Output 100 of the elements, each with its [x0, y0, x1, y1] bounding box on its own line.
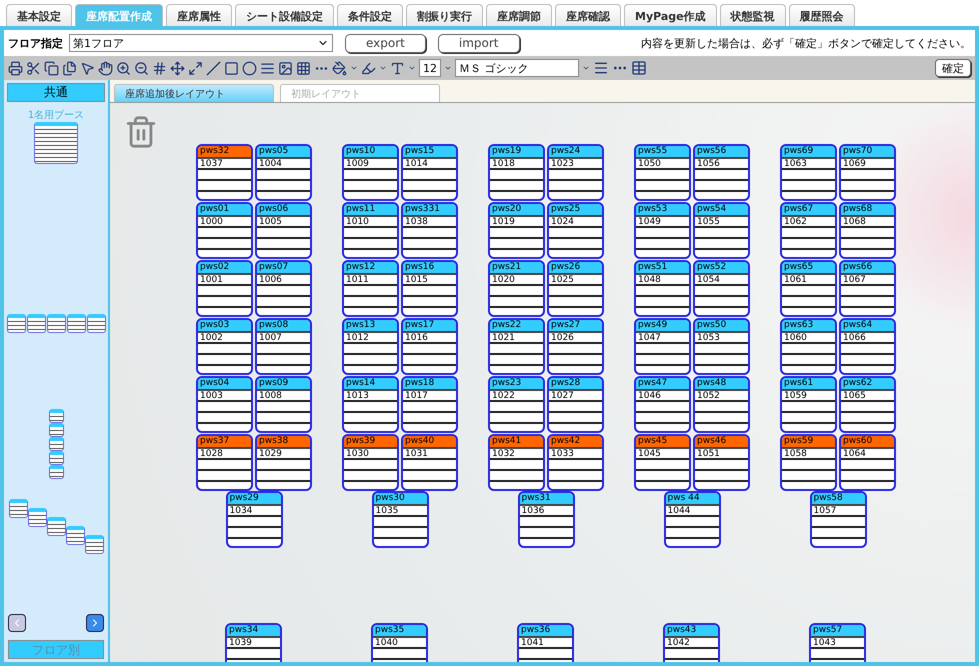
- desk[interactable]: pws65 1061: [780, 260, 837, 317]
- desk[interactable]: pws46 1051: [693, 434, 750, 491]
- desk[interactable]: pws19 1018: [488, 144, 545, 201]
- desk[interactable]: pws36 1041: [517, 623, 574, 662]
- desk[interactable]: pws23 1022: [488, 376, 545, 433]
- desk[interactable]: pws55 1050: [634, 144, 691, 201]
- desk[interactable]: pws01 1000: [196, 202, 253, 259]
- desk[interactable]: pws31 1036: [518, 491, 574, 548]
- action-button[interactable]: import: [438, 34, 520, 52]
- desk[interactable]: pws02 1001: [196, 260, 253, 317]
- desk[interactable]: pws57 1043: [809, 623, 866, 662]
- desk[interactable]: pws28 1027: [547, 376, 604, 433]
- desk[interactable]: pws54 1055: [693, 202, 750, 259]
- desk[interactable]: pws67 1062: [780, 202, 837, 259]
- desk[interactable]: pws17 1016: [401, 318, 458, 375]
- desk[interactable]: pws29 1034: [226, 491, 282, 548]
- grid-image-icon[interactable]: [296, 60, 311, 76]
- desk[interactable]: pws34 1039: [225, 623, 282, 662]
- desk[interactable]: pws45 1045: [634, 434, 691, 491]
- desk[interactable]: pws30 1035: [372, 491, 428, 548]
- previous-button[interactable]: [8, 614, 26, 632]
- desk[interactable]: pws32 1037: [196, 144, 253, 201]
- rectangle-icon[interactable]: [224, 60, 239, 76]
- action-button[interactable]: export: [345, 34, 426, 52]
- table-icon[interactable]: [631, 60, 647, 76]
- desk[interactable]: pws11 1010: [342, 202, 399, 259]
- tab[interactable]: 座席確認: [555, 4, 621, 27]
- desk[interactable]: pws12 1011: [342, 260, 399, 317]
- desk[interactable]: pws21 1020: [488, 260, 545, 317]
- desk[interactable]: pws16 1015: [401, 260, 458, 317]
- desk[interactable]: pws49 1047: [634, 318, 691, 375]
- desk[interactable]: pws59 1058: [780, 434, 837, 491]
- tab[interactable]: 割振り実行: [406, 4, 483, 27]
- desk[interactable]: pws08 1007: [255, 318, 312, 375]
- desk[interactable]: pws25 1024: [547, 202, 604, 259]
- desk[interactable]: pws60 1064: [839, 434, 896, 491]
- desk[interactable]: pws41 1032: [488, 434, 545, 491]
- desk[interactable]: pws66 1067: [839, 260, 896, 317]
- printer-icon[interactable]: [8, 60, 23, 76]
- desk[interactable]: pws04 1003: [196, 376, 253, 433]
- desk[interactable]: pws61 1059: [780, 376, 837, 433]
- desk[interactable]: pws13 1012: [342, 318, 399, 375]
- tab[interactable]: 履歴照会: [788, 4, 855, 27]
- ellipse-icon[interactable]: [242, 60, 257, 76]
- desk[interactable]: pws68 1068: [839, 202, 896, 259]
- numbering-icon[interactable]: [152, 60, 167, 76]
- desk[interactable]: pws331 1038: [401, 202, 458, 259]
- desk[interactable]: pws 44 1044: [664, 491, 720, 548]
- desk[interactable]: pws20 1019: [488, 202, 545, 259]
- desk[interactable]: pws42 1033: [547, 434, 604, 491]
- desk[interactable]: pws10 1009: [342, 144, 399, 201]
- desk[interactable]: pws52 1054: [693, 260, 750, 317]
- desk[interactable]: pws24 1023: [547, 144, 604, 201]
- desk[interactable]: pws07 1006: [255, 260, 312, 317]
- desk[interactable]: pws15 1014: [401, 144, 458, 201]
- files-icon[interactable]: [62, 60, 77, 76]
- desk[interactable]: pws37 1028: [196, 434, 253, 491]
- resize-icon[interactable]: [188, 60, 203, 76]
- desk-row-template-drawing[interactable]: [6, 314, 106, 333]
- desk[interactable]: pws62 1065: [839, 376, 896, 433]
- desk[interactable]: pws69 1063: [780, 144, 837, 201]
- next-button[interactable]: [86, 614, 104, 632]
- move-icon[interactable]: [170, 60, 185, 76]
- desk[interactable]: pws26 1025: [547, 260, 604, 317]
- tab[interactable]: MyPage作成: [624, 4, 717, 27]
- line-icon[interactable]: [206, 60, 221, 76]
- tab[interactable]: 座席調節: [486, 4, 552, 27]
- desk[interactable]: pws48 1052: [693, 376, 750, 433]
- desk[interactable]: pws58 1057: [810, 491, 866, 548]
- tab[interactable]: 状態監視: [720, 4, 786, 27]
- desk[interactable]: pws70 1069: [839, 144, 896, 201]
- line-weight-icon[interactable]: [593, 60, 609, 76]
- scissors-icon[interactable]: [26, 60, 41, 76]
- desk[interactable]: pws35 1040: [371, 623, 428, 662]
- zoom-in-icon[interactable]: [116, 60, 131, 76]
- floor-select[interactable]: 第1フロア: [69, 34, 333, 52]
- desk[interactable]: pws64 1066: [839, 318, 896, 375]
- tab[interactable]: 基本設定: [6, 4, 72, 27]
- desk[interactable]: pws14 1013: [342, 376, 399, 433]
- desk[interactable]: pws09 1008: [255, 376, 312, 433]
- desk[interactable]: pws38 1029: [255, 434, 312, 491]
- pen-icon[interactable]: [361, 60, 376, 76]
- desk[interactable]: pws47 1046: [634, 376, 691, 433]
- desk[interactable]: pws56 1056: [693, 144, 750, 201]
- desk[interactable]: pws03 1002: [196, 318, 253, 375]
- desk[interactable]: pws06 1005: [255, 202, 312, 259]
- desk-column-template-drawing[interactable]: [48, 409, 64, 479]
- tab[interactable]: 条件設定: [337, 4, 403, 27]
- desk[interactable]: pws50 1053: [693, 318, 750, 375]
- desk[interactable]: pws39 1030: [342, 434, 399, 491]
- lines-icon[interactable]: [260, 60, 275, 76]
- desk[interactable]: pws43 1042: [663, 623, 720, 662]
- desk[interactable]: pws05 1004: [255, 144, 312, 201]
- desk[interactable]: pws63 1060: [780, 318, 837, 375]
- tab[interactable]: 座席属性: [166, 4, 232, 27]
- desk[interactable]: pws22 1021: [488, 318, 545, 375]
- text-style-icon[interactable]: [390, 60, 405, 76]
- desk[interactable]: pws51 1048: [634, 260, 691, 317]
- zoom-out-icon[interactable]: [134, 60, 149, 76]
- desk-diagonal-template-drawing[interactable]: [8, 499, 104, 554]
